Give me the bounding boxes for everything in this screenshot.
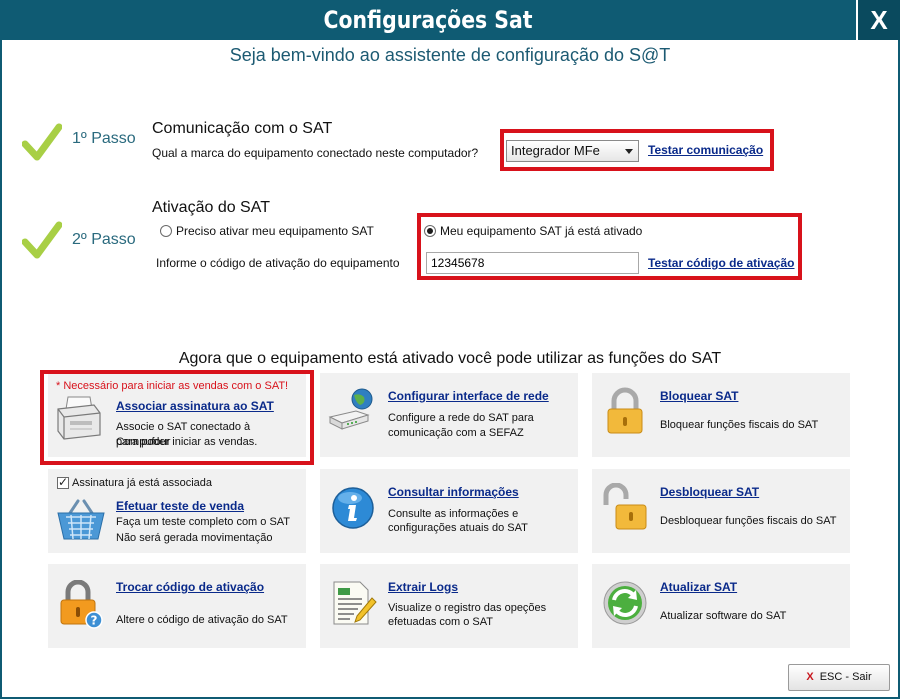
- shopping-basket-icon: [57, 499, 105, 540]
- tile-atualizar: Atualizar SAT Atualizar software do SAT: [592, 564, 850, 648]
- extract-logs-desc-1: Visualize o registro das opeções: [388, 602, 547, 614]
- tile-consultar: Consultar informações Consulte as inform…: [320, 469, 578, 553]
- query-info-link[interactable]: Consultar informações: [388, 485, 519, 499]
- chevron-down-icon: [625, 149, 633, 154]
- step2-label: 2º Passo: [72, 231, 136, 248]
- info-icon: [332, 487, 374, 529]
- tile-configurar-rede: Configurar interface de rede Configure a…: [320, 373, 578, 457]
- step1-label: 1º Passo: [72, 130, 136, 147]
- tile-extrair-logs: Extrair Logs Visualize o registro das op…: [320, 564, 578, 648]
- configure-network-desc-2: comunicação com a SEFAZ: [388, 427, 524, 439]
- query-info-desc-1: Consulte as informações e: [388, 508, 519, 520]
- update-sat-desc: Atualizar software do SAT: [660, 610, 787, 622]
- test-communication-link[interactable]: Testar comunicação: [648, 143, 763, 157]
- radio-need-activation-label: Preciso ativar meu equipamento SAT: [176, 224, 374, 238]
- esc-exit-button[interactable]: X ESC - Sair: [788, 664, 890, 691]
- radio-already-activated-label: Meu equipamento SAT já está ativado: [440, 224, 643, 238]
- check-icon: [22, 123, 62, 161]
- extract-logs-desc-2: efetuadas com o SAT: [388, 616, 493, 628]
- extract-logs-link[interactable]: Extrair Logs: [388, 580, 458, 594]
- title-bar: Configurações Sat X: [0, 0, 900, 40]
- brand-select-value: Integrador MFe: [511, 143, 600, 158]
- test-activation-code-link[interactable]: Testar código de ativação: [648, 256, 795, 270]
- brand-select[interactable]: Integrador MFe: [506, 140, 639, 162]
- associar-highlight: [40, 370, 314, 465]
- network-router-icon: [328, 388, 373, 430]
- radio-already-activated[interactable]: [424, 225, 436, 237]
- block-sat-link[interactable]: Bloquear SAT: [660, 389, 738, 403]
- signature-associated-checkbox[interactable]: [57, 475, 69, 489]
- sale-test-link[interactable]: Efetuar teste de venda: [116, 499, 244, 513]
- check-icon: [22, 221, 62, 259]
- unblock-sat-link[interactable]: Desbloquear SAT: [660, 485, 759, 499]
- unlock-icon: [603, 483, 647, 530]
- lock-help-icon: ?: [60, 580, 103, 629]
- activation-code-label: Informe o código de ativação do equipame…: [156, 256, 400, 270]
- sale-test-desc-1: Faça um teste completo com o SAT: [116, 516, 291, 528]
- update-sat-link[interactable]: Atualizar SAT: [660, 580, 737, 594]
- configure-network-desc-1: Configure a rede do SAT para: [388, 412, 534, 424]
- svg-text:?: ?: [91, 614, 98, 628]
- tile-trocar-codigo: ? Trocar código de ativação Altere o cód…: [48, 564, 306, 648]
- esc-exit-label: ESC - Sair: [819, 671, 872, 683]
- document-edit-icon: [333, 581, 377, 625]
- refresh-icon: [603, 581, 647, 625]
- close-icon: X: [806, 671, 814, 683]
- radio-need-activation[interactable]: [160, 225, 172, 237]
- activation-code-input[interactable]: [426, 252, 639, 274]
- functions-heading: Agora que o equipamento está ativado voc…: [178, 350, 722, 367]
- query-info-desc-2: configurações atuais do SAT: [388, 522, 528, 534]
- unblock-sat-desc: Desbloquear funções fiscais do SAT: [660, 515, 837, 527]
- sale-test-desc-2: Não será gerada movimentação: [116, 532, 273, 544]
- brand-question: Qual a marca do equipamento conectado ne…: [152, 146, 479, 160]
- configure-network-link[interactable]: Configurar interface de rede: [388, 389, 549, 403]
- tile-bloquear: Bloquear SAT Bloquear funções fiscais do…: [592, 373, 850, 457]
- step2-title: Ativação do SAT: [152, 199, 270, 216]
- block-sat-desc: Bloquear funções fiscais do SAT: [660, 419, 819, 431]
- step1-title: Comunicação com o SAT: [152, 120, 333, 137]
- signature-associated-label: Assinatura já está associada: [72, 477, 213, 489]
- lock-icon: [607, 387, 643, 434]
- tile-teste-venda: Assinatura já está associada Efetuar tes…: [48, 469, 306, 553]
- close-button[interactable]: X: [856, 0, 900, 40]
- tile-desbloquear: Desbloquear SAT Desbloquear funções fisc…: [592, 469, 850, 553]
- change-activation-code-desc: Altere o código de ativação do SAT: [116, 614, 288, 626]
- welcome-message: Seja bem-vindo ao assistente de configur…: [229, 45, 671, 65]
- window-title: Configurações Sat: [323, 6, 533, 34]
- change-activation-code-link[interactable]: Trocar código de ativação: [116, 580, 264, 594]
